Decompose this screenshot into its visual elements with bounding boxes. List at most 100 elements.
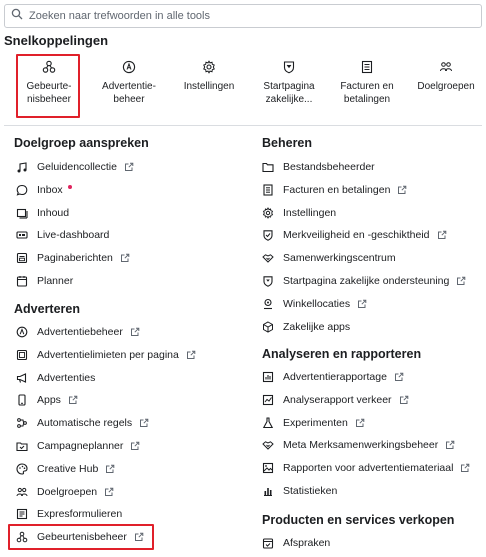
shortcut-label-line1: Doelgroepen xyxy=(417,81,475,92)
external-link-icon[interactable] xyxy=(355,418,365,428)
search-input[interactable]: Zoeken naar trefwoorden in alle tools xyxy=(4,4,482,28)
menu-item-label: Merkveiligheid en -geschiktheid xyxy=(283,229,430,242)
menu-item-geluidencollectie[interactable]: Geluidencollectie xyxy=(16,158,134,176)
section-title-sell: Producten en services verkopen xyxy=(262,513,455,527)
external-link-icon[interactable] xyxy=(456,276,466,286)
page-posts-icon xyxy=(16,252,28,264)
external-link-icon[interactable] xyxy=(130,441,140,451)
menu-item-advertentielimieten-per-pagina[interactable]: Advertentielimieten per pagina xyxy=(16,346,196,364)
menu-item-label: Doelgroepen xyxy=(37,485,98,498)
external-link-icon[interactable] xyxy=(68,395,78,405)
menu-item-startpagina-zakelijke-ondersteuning[interactable]: Startpagina zakelijke ondersteuning xyxy=(262,272,466,290)
shortcut-label-line1: Facturen en xyxy=(340,81,394,92)
external-link-icon[interactable] xyxy=(394,372,404,382)
menu-item-label: Rapporten voor advertentiemateriaal xyxy=(283,462,454,475)
shortcut-business-home[interactable]: Startpagina zakelijke... xyxy=(254,60,324,106)
menu-item-label: Samenwerkingscentrum xyxy=(283,252,396,265)
menu-item-label: Instellingen xyxy=(283,206,337,219)
menu-item-label: Meta Merksamenwerkingsbeheer xyxy=(283,439,439,452)
notification-dot xyxy=(67,184,72,189)
menu-item-experimenten[interactable]: Experimenten xyxy=(262,414,365,432)
palette-icon xyxy=(16,463,28,475)
menu-item-samenwerkingscentrum[interactable]: Samenwerkingscentrum xyxy=(262,249,396,267)
highlight-box-shortcut xyxy=(16,54,80,118)
external-link-icon[interactable] xyxy=(445,440,455,450)
menu-item-inbox[interactable]: Inbox xyxy=(16,181,72,199)
handshake-icon xyxy=(262,252,274,264)
shortcut-audiences[interactable]: Doelgroepen xyxy=(412,60,480,93)
folder-check-icon xyxy=(16,440,28,452)
shortcuts-title: Snelkoppelingen xyxy=(4,33,109,48)
menu-item-analyserapport-verkeer[interactable]: Analyserapport verkeer xyxy=(262,391,409,409)
menu-item-label: Paginaberichten xyxy=(37,252,113,265)
chat-bubble-icon xyxy=(16,184,28,196)
external-link-icon[interactable] xyxy=(397,185,407,195)
shortcut-ads-manager[interactable]: Advertentie- beheer xyxy=(96,60,162,106)
menu-item-advertentiebeheer[interactable]: Advertentiebeheer xyxy=(16,323,140,341)
menu-item-inhoud[interactable]: Inhoud xyxy=(16,204,69,222)
menu-item-label: Automatische regels xyxy=(37,417,133,430)
cube-icon xyxy=(262,321,274,333)
form-icon xyxy=(16,508,28,520)
menu-item-paginaberichten[interactable]: Paginaberichten xyxy=(16,249,130,267)
menu-item-rapporten-voor-advertentiemateriaal[interactable]: Rapporten voor advertentiemateriaal xyxy=(262,459,470,477)
music-note-icon xyxy=(16,161,28,173)
menu-item-label: Geluidencollectie xyxy=(37,161,117,173)
menu-item-advertentierapportage[interactable]: Advertentierapportage xyxy=(262,368,404,386)
divider xyxy=(4,125,482,126)
menu-item-campagneplanner[interactable]: Campagneplanner xyxy=(16,437,140,455)
external-link-icon[interactable] xyxy=(139,418,149,428)
menu-item-doelgroepen[interactable]: Doelgroepen xyxy=(16,483,114,501)
menu-item-label: Campagneplanner xyxy=(37,440,124,452)
invoice-icon xyxy=(262,184,274,196)
menu-item-label: Advertentielimieten per pagina xyxy=(37,348,179,361)
shortcut-label-line1: Advertentie- xyxy=(102,81,156,92)
external-link-icon[interactable] xyxy=(186,350,196,360)
gear-icon xyxy=(202,60,216,74)
menu-item-instellingen[interactable]: Instellingen xyxy=(262,204,336,222)
external-link-icon[interactable] xyxy=(399,395,409,405)
external-link-icon[interactable] xyxy=(460,463,470,473)
menu-item-zakelijke-apps[interactable]: Zakelijke apps xyxy=(262,318,350,336)
external-link-icon[interactable] xyxy=(105,464,115,474)
folder-icon xyxy=(262,161,274,173)
menu-item-label: Advertentiebeheer xyxy=(37,326,123,338)
shortcut-label-line2: zakelijke... xyxy=(265,94,313,105)
menu-item-live-dashboard[interactable]: Live-dashboard xyxy=(16,226,109,244)
external-link-icon[interactable] xyxy=(104,487,114,497)
rules-icon xyxy=(16,417,28,429)
shield-check-icon xyxy=(262,229,274,242)
menu-item-label: Analyserapport verkeer xyxy=(283,393,392,406)
external-link-icon[interactable] xyxy=(124,162,134,172)
shortcut-settings[interactable]: Instellingen xyxy=(176,60,242,93)
menu-item-statistieken[interactable]: Statistieken xyxy=(262,482,337,500)
menu-item-winkellocaties[interactable]: Winkellocaties xyxy=(262,295,367,313)
menu-item-expresformulieren[interactable]: Expresformulieren xyxy=(16,505,122,523)
menu-item-merkveiligheid-en-geschiktheid[interactable]: Merkveiligheid en -geschiktheid xyxy=(262,226,447,244)
menu-item-apps[interactable]: Apps xyxy=(16,391,78,409)
menu-item-facturen-en-betalingen[interactable]: Facturen en betalingen xyxy=(262,181,407,199)
shortcut-invoices[interactable]: Facturen en betalingen xyxy=(334,60,400,106)
external-link-icon[interactable] xyxy=(120,253,130,263)
menu-item-meta-merksamenwerkingsbeheer[interactable]: Meta Merksamenwerkingsbeheer xyxy=(262,436,455,454)
section-title-manage: Beheren xyxy=(262,136,313,150)
menu-item-bestandsbeheerder[interactable]: Bestandsbeheerder xyxy=(262,158,375,176)
menu-item-label: Facturen en betalingen xyxy=(283,183,391,196)
bar-chart-icon xyxy=(262,485,274,497)
invoice-icon xyxy=(360,60,374,74)
audience-icon xyxy=(16,486,28,498)
phone-icon xyxy=(16,394,28,406)
external-link-icon[interactable] xyxy=(437,230,447,240)
menu-item-automatische-regels[interactable]: Automatische regels xyxy=(16,414,149,432)
section-title-analyze: Analyseren en rapporteren xyxy=(262,347,422,361)
menu-item-creative-hub[interactable]: Creative Hub xyxy=(16,460,115,478)
calendar-icon xyxy=(16,275,28,287)
location-icon xyxy=(262,298,274,310)
ads-manager-icon xyxy=(16,326,28,338)
external-link-icon[interactable] xyxy=(130,327,140,337)
menu-item-afspraken[interactable]: Afspraken xyxy=(262,534,330,552)
menu-item-planner[interactable]: Planner xyxy=(16,272,73,290)
external-link-icon[interactable] xyxy=(357,299,367,309)
menu-item-label: Expresformulieren xyxy=(37,508,123,521)
menu-item-advertenties[interactable]: Advertenties xyxy=(16,369,95,387)
